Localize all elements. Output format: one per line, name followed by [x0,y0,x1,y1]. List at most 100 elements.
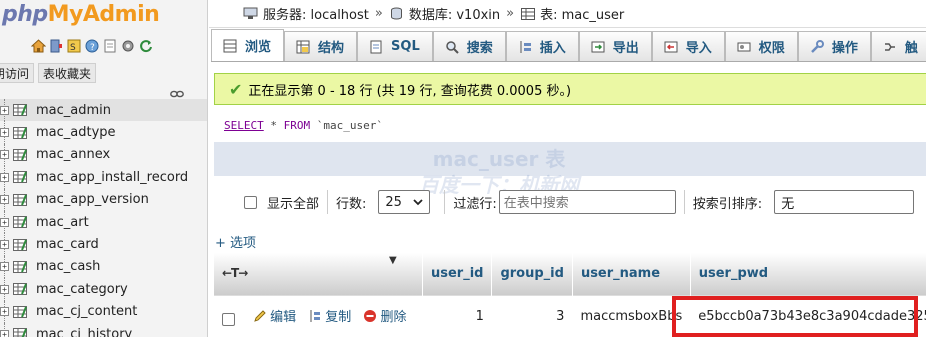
table-item-mac-cash[interactable]: + mac_cash [0,255,207,279]
tab-export-label: 导出 [612,41,639,56]
table-icon [13,238,27,251]
table-item-mac-app-install-record[interactable]: + mac_app_install_record [0,166,207,189]
table-item-mac-cj-history[interactable]: + mac_cj_history [0,322,207,337]
tab-privileges[interactable]: 权限 [724,31,798,61]
breadcrumb-separator: » [506,6,515,21]
cell-user-id[interactable]: 1 [422,294,492,337]
table-name[interactable]: mac_cash [36,259,100,274]
tab-export[interactable]: 导出 [578,31,652,61]
delete-row-button[interactable]: 删除 [363,306,406,325]
settings-gear-icon[interactable] [120,38,136,54]
favorite-tables-tab[interactable]: 表收藏夹 [38,63,97,83]
row-select-checkbox[interactable] [222,312,235,326]
privileges-icon [736,39,752,55]
expand-icon[interactable]: + [0,105,9,115]
table-name[interactable]: mac_adtype [36,125,116,140]
table-item-mac-card[interactable]: + mac_card [0,233,207,256]
expand-icon[interactable]: + [0,128,9,138]
tab-structure[interactable]: 结构 [284,31,358,61]
exit-icon[interactable] [48,38,64,54]
sql-star: * [270,118,277,132]
tab-operations[interactable]: 操作 [797,31,871,61]
edit-row-button[interactable]: 编辑 [253,306,296,325]
table-item-mac-app-version[interactable]: + mac_app_version [0,188,207,211]
table-item-mac-cj-content[interactable]: + mac_cj_content [0,300,207,323]
home-icon[interactable] [30,38,46,54]
sql-keyword-select[interactable]: SELECT [224,119,264,132]
divider [444,190,446,214]
top-tab-bar: 浏览 结构 SQL 搜索 插入 导出 导入 权限 操作 触 [211,28,926,62]
table-item-mac-annex[interactable]: + mac_annex [0,143,207,167]
table-item-mac-admin[interactable]: + mac_admin [0,99,207,122]
documentation-icon[interactable]: ? [84,38,100,54]
sort-by-key-select[interactable]: 无 [774,190,915,214]
breadcrumb-database[interactable]: 数据库: v10xin [409,4,500,23]
expand-icon[interactable]: + [0,307,9,317]
expand-icon[interactable]: + [0,284,9,294]
options-toggle-link[interactable]: + 选项 [215,232,256,251]
success-message-text: 正在显示第 0 - 18 行 (共 19 行, 查询花费 0.0005 秒。) [248,83,572,99]
table-name[interactable]: mac_card [36,237,99,252]
cell-user-pwd[interactable]: e5bccb0a73b43e8c3a904cdade3258 [690,294,926,337]
copy-row-button[interactable]: 复制 [308,306,351,325]
phpmyadmin-logo[interactable]: phpMyAdmin [2,2,160,34]
column-header-group-id[interactable]: group_id [491,253,573,295]
docs-page-icon[interactable] [102,38,118,54]
table-icon [13,104,27,117]
filter-rows-input[interactable] [498,190,676,214]
svg-text:S: S [70,43,76,53]
expand-icon[interactable]: + [0,329,9,337]
cell-user-name[interactable]: maccmsboxBbs [572,294,691,337]
show-all-label[interactable]: 显示全部 [267,193,319,212]
tab-browse[interactable]: 浏览 [211,29,285,61]
table-name[interactable]: mac_annex [36,147,110,162]
copy-icon [308,309,322,323]
expand-icon[interactable]: + [0,217,9,227]
column-header-user-name[interactable]: user_name [572,253,691,295]
tab-search[interactable]: 搜索 [432,31,506,61]
tab-triggers[interactable]: 触 [870,31,926,61]
recent-tables-tab[interactable]: 朋访问 [0,63,35,83]
column-header-user-id[interactable]: user_id [422,253,493,295]
breadcrumb-server[interactable]: 服务器: localhost [263,4,369,23]
table-name[interactable]: mac_app_version [36,192,149,207]
table-name[interactable]: mac_art [36,215,89,230]
expand-icon[interactable]: + [0,262,9,272]
tab-sql[interactable]: SQL [357,31,433,61]
success-message: ✔ 正在显示第 0 - 18 行 (共 19 行, 查询花费 0.0005 秒。… [214,73,926,105]
table-icon [13,126,27,139]
table-item-mac-adtype[interactable]: + mac_adtype [0,121,207,144]
search-icon [444,39,460,55]
sql-query-icon[interactable]: S [66,38,82,54]
show-all-checkbox[interactable] [244,195,257,209]
browse-icon [222,38,238,54]
rows-select[interactable]: 25 [378,190,431,214]
sql-keyword-from[interactable]: FROM [284,119,311,132]
expand-icon[interactable]: + [0,240,9,250]
column-header-user-pwd[interactable]: user_pwd [690,253,926,295]
expand-icon[interactable]: + [0,150,9,160]
tab-triggers-label: 触 [904,41,918,56]
table-item-mac-category[interactable]: + mac_category [0,278,207,301]
link-collapse-icon[interactable] [170,88,184,98]
table-item-mac-art[interactable]: + mac_art [0,210,207,234]
rows-select-value: 25 [385,194,402,210]
table-name[interactable]: mac_app_install_record [36,170,188,185]
table-name[interactable]: mac_cj_content [36,304,137,319]
tab-insert[interactable]: 插入 [505,31,579,61]
column-move-arrows[interactable]: ←T→ [222,266,248,280]
table-icon [13,193,27,206]
table-name[interactable]: mac_admin [36,103,111,118]
cell-group-id[interactable]: 3 [491,294,573,337]
reload-icon[interactable] [138,38,154,54]
expand-icon[interactable]: + [0,172,9,182]
tab-import[interactable]: 导入 [651,31,725,61]
expand-icon[interactable]: + [0,195,9,205]
breadcrumb-table[interactable]: 表: mac_user [540,4,624,23]
table-name[interactable]: mac_cj_history [36,327,132,337]
table-name[interactable]: mac_category [36,282,128,297]
column-menu-triangle-icon[interactable]: ▼ [389,255,397,266]
breadcrumb-separator: » [374,6,383,21]
server-icon [243,7,258,20]
table-tree: + mac_admin + mac_adtype + mac_annex + mac_a… [0,99,207,337]
